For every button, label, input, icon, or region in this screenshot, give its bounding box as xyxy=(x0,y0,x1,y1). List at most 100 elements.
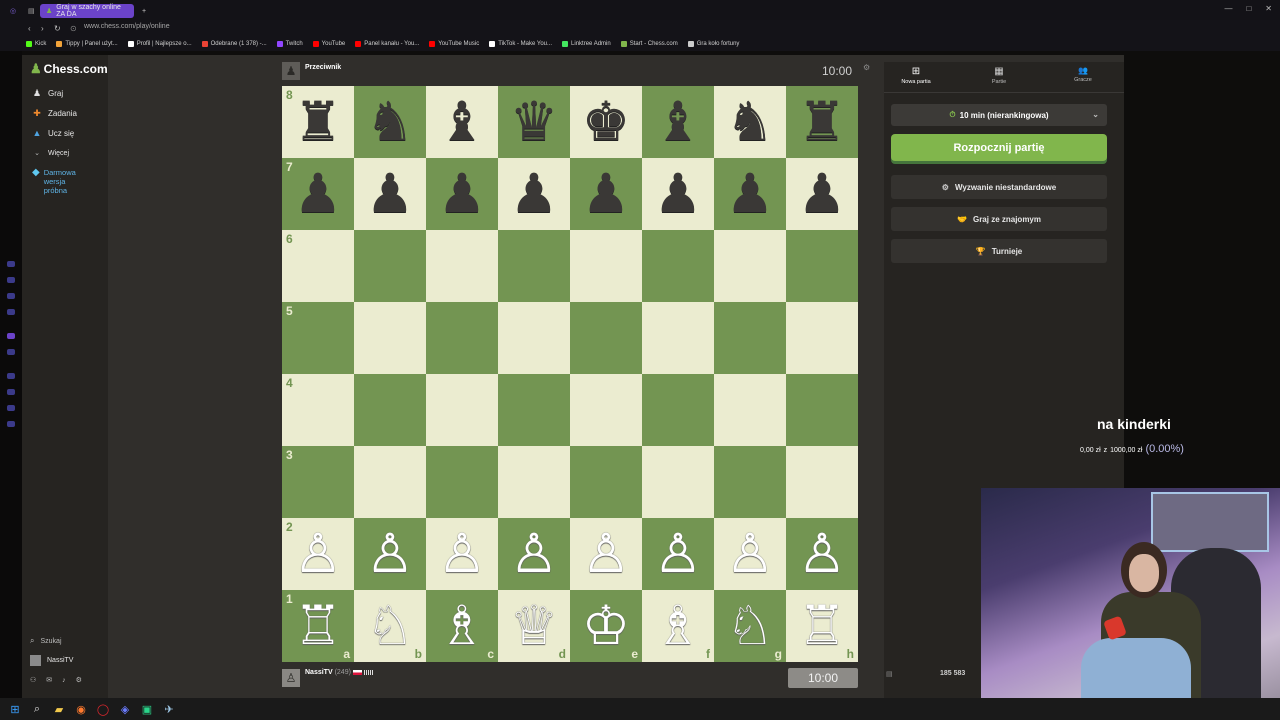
board-square[interactable]: d ♕ xyxy=(498,590,570,662)
sidebar-search[interactable]: ⌕ Szukaj xyxy=(30,636,62,646)
board-square[interactable] xyxy=(354,374,426,446)
board-square[interactable] xyxy=(498,374,570,446)
firefox-icon[interactable]: ◉ xyxy=(74,702,88,716)
board-square[interactable] xyxy=(642,302,714,374)
board-square[interactable]: ♞ xyxy=(714,86,786,158)
board-square[interactable] xyxy=(714,374,786,446)
tab-players[interactable]: 👥 Gracze xyxy=(1048,66,1118,83)
time-control-select[interactable]: ⏱ 10 min (nierankingowa) ⌄ xyxy=(891,104,1107,126)
bookmark-item[interactable]: Linktree Admin xyxy=(562,41,611,47)
side-panel-icon[interactable] xyxy=(7,405,15,411)
chess-piece[interactable]: ♝ xyxy=(654,95,702,149)
minimize-icon[interactable]: — xyxy=(1224,4,1232,13)
board-square[interactable]: ♝ xyxy=(426,86,498,158)
opponent-avatar[interactable]: ♟ xyxy=(282,62,300,80)
board-square[interactable] xyxy=(354,230,426,302)
board-square[interactable]: 6 xyxy=(282,230,354,302)
chess-piece[interactable]: ♙ xyxy=(438,527,486,581)
board-square[interactable]: e ♔ xyxy=(570,590,642,662)
start-menu-icon[interactable]: ⊞ xyxy=(8,702,22,716)
chess-board[interactable]: 8 ♜ ♞ ♝ ♛ ♚ ♝ ♞ ♜ 7 ♟ ♟ ♟ ♟ ♟ ♟ ♟ ♟ 6 5 4 3 2 ♙ ♙ ♙ ♙ ♙ ♙ ♙ ♙ 1 a ♖ b ♘ c ♗ d ♕… xyxy=(282,86,858,662)
app-icon[interactable]: ▣ xyxy=(140,702,154,716)
url-field[interactable]: www.chess.com/play/online xyxy=(84,23,170,30)
board-square[interactable]: ♟ xyxy=(354,158,426,230)
file-explorer-icon[interactable]: ▰ xyxy=(52,702,66,716)
sidebar-user[interactable]: NassiTV xyxy=(30,655,73,666)
side-panel-icon[interactable] xyxy=(7,261,15,267)
bookmark-item[interactable]: Odebrane (1 378) -... xyxy=(201,41,267,47)
board-square[interactable]: b ♘ xyxy=(354,590,426,662)
board-square[interactable]: ♟ xyxy=(714,158,786,230)
board-square[interactable]: ♟ xyxy=(498,158,570,230)
chess-piece[interactable]: ♟ xyxy=(582,167,630,221)
bookmark-item[interactable]: YouTube Music xyxy=(429,41,479,47)
board-square[interactable] xyxy=(642,374,714,446)
board-square[interactable]: ♜ xyxy=(786,86,858,158)
sidebar-item-learn[interactable]: ▲ Ucz się xyxy=(32,128,75,138)
chess-piece[interactable]: ♗ xyxy=(654,599,702,653)
side-panel-icon[interactable] xyxy=(7,421,15,427)
reload-icon[interactable]: ↻ xyxy=(54,24,61,33)
board-square[interactable]: g ♘ xyxy=(714,590,786,662)
board-square[interactable]: ♙ xyxy=(354,518,426,590)
side-panel-icon[interactable] xyxy=(7,389,15,395)
chat-icon[interactable]: ▤ xyxy=(886,670,893,678)
side-panel-icon[interactable] xyxy=(7,349,15,355)
chess-piece[interactable]: ♜ xyxy=(294,95,342,149)
chess-piece[interactable]: ♞ xyxy=(366,95,414,149)
bookmark-item[interactable]: Panel kanału - You... xyxy=(355,41,419,47)
sidebar-item-puzzles[interactable]: ✚ Zadania xyxy=(32,108,77,118)
board-square[interactable]: 1 a ♖ xyxy=(282,590,354,662)
board-square[interactable] xyxy=(786,374,858,446)
board-square[interactable] xyxy=(786,302,858,374)
custom-challenge-button[interactable]: ⚙ Wyzwanie niestandardowe xyxy=(891,175,1107,199)
board-square[interactable]: ♞ xyxy=(354,86,426,158)
board-square[interactable]: ♙ xyxy=(498,518,570,590)
chess-piece[interactable]: ♜ xyxy=(798,95,846,149)
chess-piece[interactable]: ♘ xyxy=(726,599,774,653)
side-panel-icon[interactable] xyxy=(7,277,15,283)
board-square[interactable]: 2 ♙ xyxy=(282,518,354,590)
board-square[interactable] xyxy=(354,446,426,518)
start-game-button[interactable]: Rozpocznij partię xyxy=(891,134,1107,161)
board-square[interactable] xyxy=(570,302,642,374)
board-square[interactable]: ♙ xyxy=(426,518,498,590)
chess-piece[interactable]: ♟ xyxy=(510,167,558,221)
board-square[interactable]: ♟ xyxy=(786,158,858,230)
friends-icon[interactable]: ⚇ xyxy=(30,676,36,684)
board-square[interactable]: ♚ xyxy=(570,86,642,158)
board-square[interactable] xyxy=(354,302,426,374)
board-square[interactable] xyxy=(570,374,642,446)
back-icon[interactable]: ‹ xyxy=(28,24,31,33)
board-square[interactable] xyxy=(498,446,570,518)
maximize-icon[interactable]: □ xyxy=(1246,4,1251,13)
gear-icon[interactable]: ⚙ xyxy=(76,676,82,684)
chess-piece[interactable]: ♟ xyxy=(366,167,414,221)
browser-menu-icon[interactable]: ◎ xyxy=(4,4,20,18)
opera-icon[interactable]: ◯ xyxy=(96,702,110,716)
board-square[interactable]: 7 ♟ xyxy=(282,158,354,230)
board-square[interactable]: ♙ xyxy=(714,518,786,590)
board-settings-icon[interactable]: ⚙ xyxy=(863,63,870,72)
bookmark-item[interactable]: YouTube xyxy=(312,41,345,47)
chess-piece[interactable]: ♙ xyxy=(366,527,414,581)
chess-piece[interactable]: ♘ xyxy=(366,599,414,653)
sidebar-item-more[interactable]: ⌄ Więcej xyxy=(32,148,69,158)
board-square[interactable] xyxy=(642,230,714,302)
board-square[interactable]: h ♖ xyxy=(786,590,858,662)
board-square[interactable]: 8 ♜ xyxy=(282,86,354,158)
side-panel-icon[interactable] xyxy=(7,293,15,299)
browser-tab-active[interactable]: ♟ Graj w szachy online ZA DA xyxy=(40,4,134,18)
board-square[interactable] xyxy=(714,302,786,374)
bookmark-item[interactable]: TikTok - Make You... xyxy=(489,41,552,47)
board-square[interactable] xyxy=(426,302,498,374)
board-square[interactable] xyxy=(498,302,570,374)
chess-piece[interactable]: ♟ xyxy=(726,167,774,221)
board-square[interactable]: c ♗ xyxy=(426,590,498,662)
tournaments-button[interactable]: 🏆 Turnieje xyxy=(891,239,1107,263)
bookmark-item[interactable]: Tippy | Panel użyt... xyxy=(56,41,118,47)
chess-piece[interactable]: ♗ xyxy=(438,599,486,653)
chess-piece[interactable]: ♛ xyxy=(510,95,558,149)
sidebar-item-play[interactable]: ♟ Graj xyxy=(32,88,63,98)
board-square[interactable] xyxy=(570,446,642,518)
